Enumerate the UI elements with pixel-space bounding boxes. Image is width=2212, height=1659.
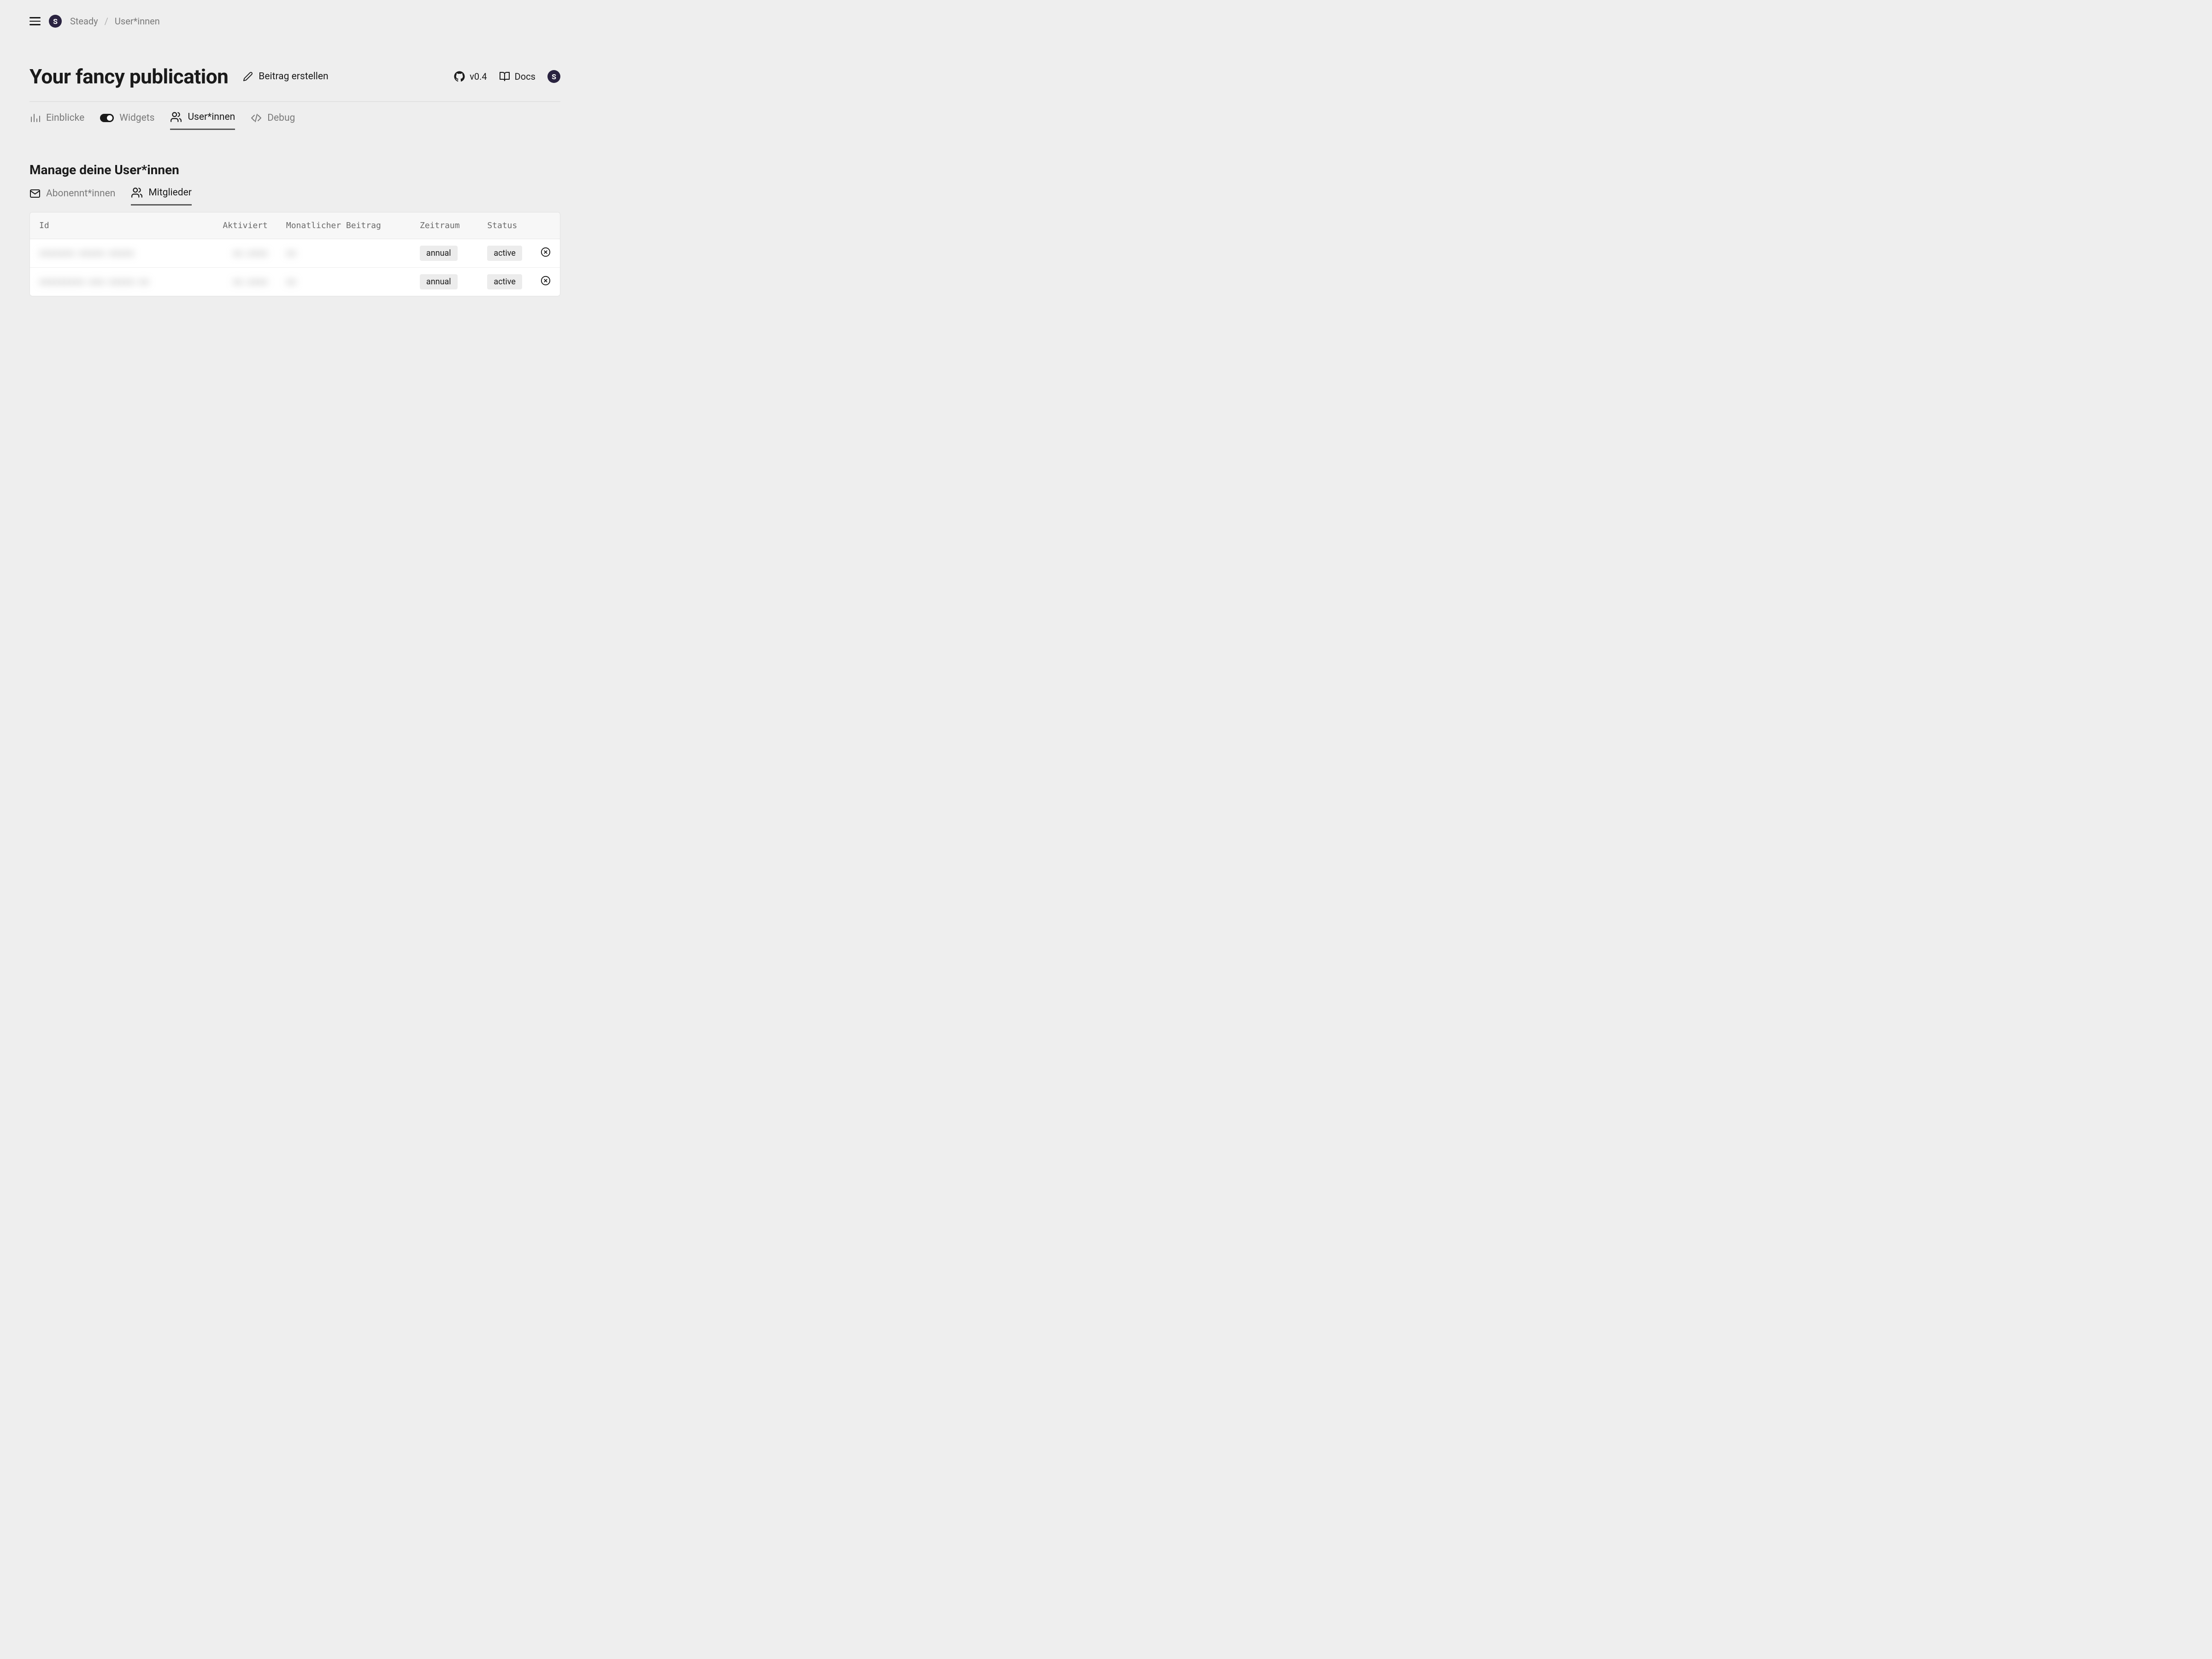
status-badge: active [487,246,522,261]
bar-chart-icon [29,112,41,124]
users-icon [170,111,182,123]
col-status: Status [478,212,531,239]
tab-debug[interactable]: Debug [251,112,295,129]
primary-tabs: Einblicke Widgets User*innen Debug [29,102,560,130]
tab-widgets[interactable]: Widgets [100,112,154,129]
create-post-button[interactable]: Beitrag erstellen [243,71,328,82]
cell-aktiviert: xx.xxxx [233,277,268,287]
pencil-icon [243,71,253,82]
subtab-abonnentinnen[interactable]: Abonennt*innen [29,188,115,205]
section-title: Manage deine User*innen [29,162,560,177]
secondary-tabs: Abonennt*innen Mitglieder [29,187,560,206]
status-badge: active [487,274,522,289]
github-icon [454,71,465,82]
cell-beitrag: xx [286,248,296,258]
col-monatlicher-beitrag: Monatlicher Beitrag [277,212,411,239]
table-row: xxxxxxxxx-xxx-xxxxx-xx xx.xxxx xx annual act… [30,268,560,296]
zeitraum-badge: annual [420,246,458,261]
menu-button[interactable] [29,16,41,27]
cell-beitrag: xx [286,277,296,287]
book-icon [499,71,510,82]
tab-debug-label: Debug [267,112,295,124]
col-actions [531,212,560,239]
breadcrumb: Steady / User*innen [70,16,160,27]
cell-id: xxxxxxxxx-xxx-xxxxx-xx [39,277,149,287]
github-link[interactable]: v0.4 [454,71,487,82]
breadcrumb-root[interactable]: Steady [70,16,98,27]
close-circle-icon [541,247,551,257]
subtab-mitglieder-label: Mitglieder [148,187,192,198]
cell-aktiviert: xx.xxxx [233,248,268,258]
version-label: v0.4 [470,71,487,82]
table-row: xxxxxxx-xxxxx-xxxxx xx.xxxx xx annual active [30,239,560,268]
tab-userinnen-label: User*innen [188,112,235,123]
mail-icon [29,188,41,199]
col-id: Id [30,212,186,239]
subtab-mitglieder[interactable]: Mitglieder [131,187,192,206]
col-aktiviert: Aktiviert [186,212,277,239]
profile-badge[interactable]: S [547,70,560,83]
docs-link[interactable]: Docs [499,71,535,82]
delete-row-button[interactable] [541,276,551,286]
tab-einblicke-label: Einblicke [46,112,84,124]
page-title: Your fancy publication [29,65,228,88]
logo-badge[interactable]: S [49,15,62,28]
cell-id: xxxxxxx-xxxxx-xxxxx [39,248,134,258]
members-table: Id Aktiviert Monatlicher Beitrag Zeitrau… [29,212,560,296]
tab-widgets-label: Widgets [119,112,154,124]
tab-einblicke[interactable]: Einblicke [29,112,84,129]
docs-label: Docs [515,71,535,82]
subtab-abonnentinnen-label: Abonennt*innen [46,188,115,199]
tab-userinnen[interactable]: User*innen [170,111,235,130]
create-post-label: Beitrag erstellen [259,71,328,82]
col-zeitraum: Zeitraum [411,212,478,239]
toggle-icon [100,114,114,122]
users-icon [131,187,143,199]
code-icon [251,112,262,124]
delete-row-button[interactable] [541,247,551,257]
close-circle-icon [541,276,551,286]
zeitraum-badge: annual [420,274,458,289]
breadcrumb-separator: / [105,16,108,27]
breadcrumb-current: User*innen [115,16,160,27]
